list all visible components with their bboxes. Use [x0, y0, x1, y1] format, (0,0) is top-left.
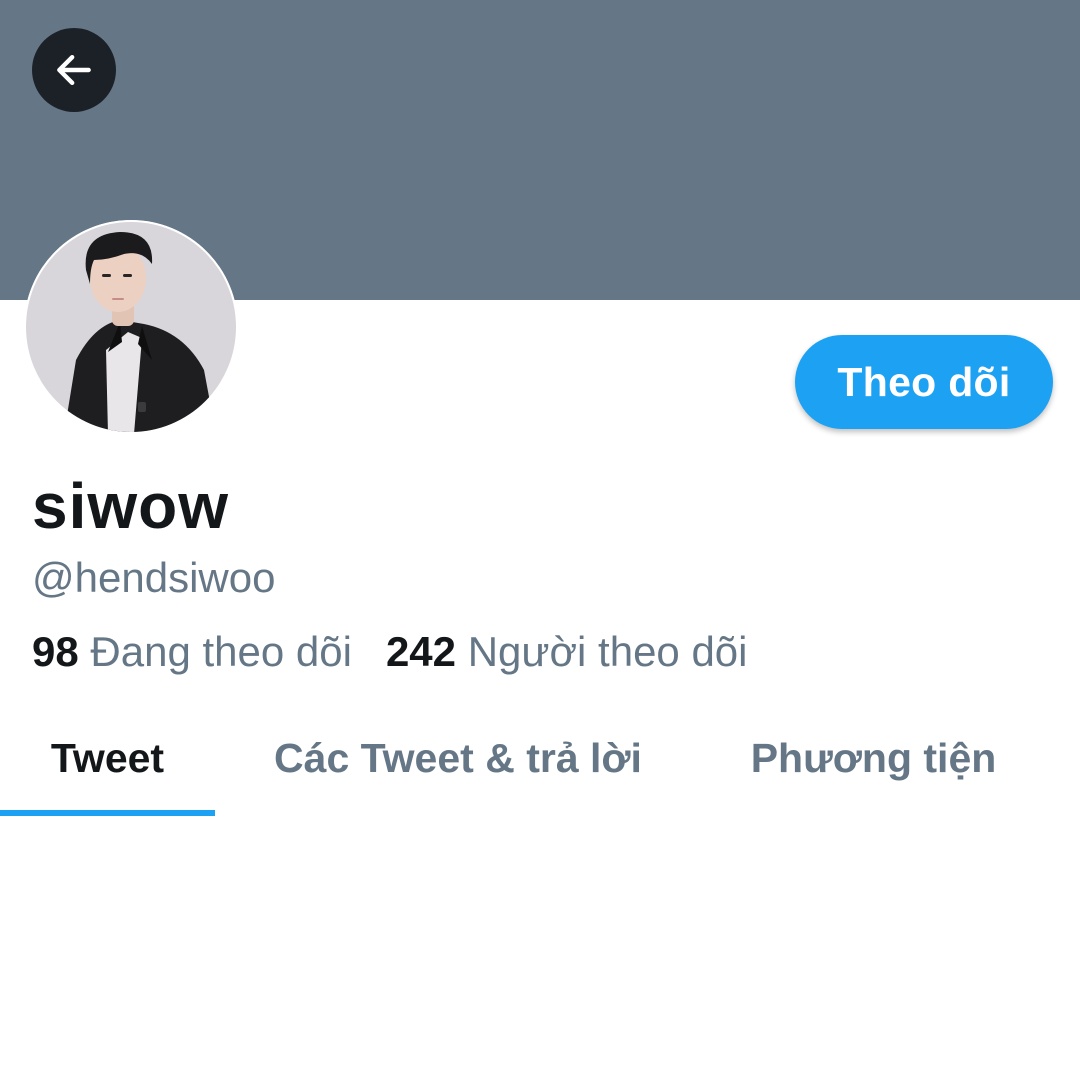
tab-tweets[interactable]: Tweet [0, 700, 215, 816]
avatar[interactable] [24, 220, 238, 434]
profile-page: Theo dõi siwow @hendsiwoo 98 Đang theo d… [0, 0, 1080, 1080]
back-button[interactable] [32, 28, 116, 112]
active-tab-indicator [0, 810, 215, 816]
profile-tabs: Tweet Các Tweet & trả lời Phương tiện [0, 700, 1080, 816]
display-name: siwow [32, 470, 230, 542]
followers-stat[interactable]: 242 Người theo dõi [386, 626, 748, 678]
tab-media[interactable]: Phương tiện [701, 700, 1046, 816]
followers-count: 242 [385, 628, 468, 675]
arrow-left-icon [52, 48, 96, 92]
following-count: 98 [32, 628, 91, 675]
profile-stats: 98 Đang theo dõi 242 Người theo dõi [32, 626, 748, 678]
following-stat[interactable]: 98 Đang theo dõi [32, 626, 352, 678]
following-label: Đang theo dõi [90, 628, 352, 675]
user-handle: @hendsiwoo [32, 554, 276, 601]
followers-label: Người theo dõi [467, 628, 748, 675]
follow-button[interactable]: Theo dõi [795, 335, 1053, 429]
tab-tweets-and-replies[interactable]: Các Tweet & trả lời [215, 700, 701, 816]
